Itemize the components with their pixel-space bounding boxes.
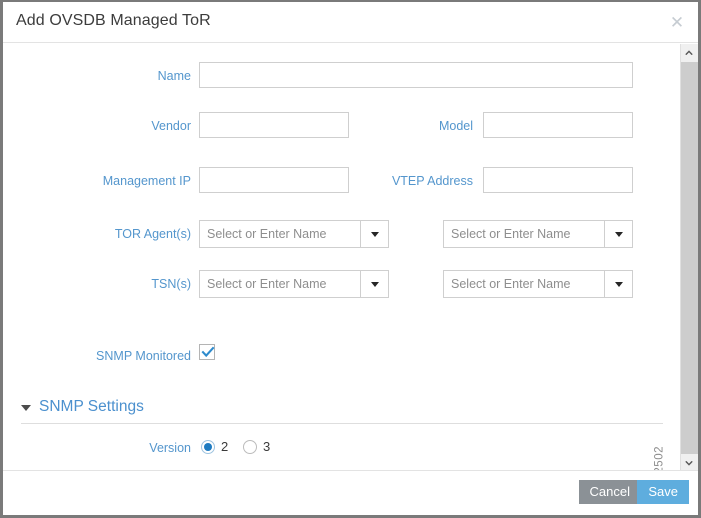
scrollbar-thumb[interactable]	[681, 62, 698, 454]
tor-agents-select-secondary-button[interactable]	[604, 221, 632, 247]
form-row-snmp-monitored: SNMP Monitored	[3, 342, 680, 370]
label-tsns: TSN(s)	[151, 277, 191, 291]
tsns-select[interactable]: Select or Enter Name	[199, 270, 389, 298]
dialog-title: Add OVSDB Managed ToR	[16, 12, 211, 29]
tsns-select-secondary-value: Select or Enter Name	[451, 277, 571, 291]
label-vtep-address: VTEP Address	[391, 174, 473, 188]
chevron-down-icon	[370, 232, 379, 237]
label-snmp-monitored: SNMP Monitored	[96, 349, 191, 363]
version-radio-2[interactable]	[201, 440, 215, 454]
label-tor-agents: TOR Agent(s)	[114, 227, 191, 241]
version-radio-3[interactable]	[243, 440, 257, 454]
form-row-tor-agents: TOR Agent(s) Select or Enter Name Select…	[3, 220, 680, 248]
model-input[interactable]	[483, 112, 633, 138]
save-button[interactable]: Save	[637, 480, 689, 504]
label-vendor: Vendor	[151, 119, 191, 133]
tor-agents-select-secondary-value: Select or Enter Name	[451, 227, 571, 241]
chevron-down-icon	[685, 461, 693, 466]
tsns-select-secondary[interactable]: Select or Enter Name	[443, 270, 633, 298]
vertical-scrollbar[interactable]	[680, 44, 698, 471]
name-input[interactable]	[199, 62, 633, 88]
form-row-mgmtip-vtep: Management IP VTEP Address	[3, 167, 680, 195]
scroll-up-button[interactable]	[681, 44, 698, 61]
dialog-footer: Cancel Save	[3, 470, 698, 515]
section-divider	[21, 423, 663, 424]
form-row-snmp-version: Version 2 3	[3, 434, 680, 462]
tor-agents-select[interactable]: Select or Enter Name	[199, 220, 389, 248]
scroll-down-button[interactable]	[681, 454, 698, 471]
form-row-name: Name	[3, 62, 680, 90]
snmp-settings-title: SNMP Settings	[39, 398, 144, 415]
form-row-vendor-model: Vendor Model	[3, 112, 680, 140]
tsns-select-button[interactable]	[360, 271, 388, 297]
version-radio-2-label: 2	[221, 439, 229, 454]
check-icon	[201, 346, 215, 358]
add-ovsdb-managed-tor-dialog: Add OVSDB Managed ToR ✕ Name Vendor Mode…	[0, 0, 701, 518]
tor-agents-select-value: Select or Enter Name	[207, 227, 327, 241]
chevron-down-icon	[370, 282, 379, 287]
label-management-ip: Management IP	[102, 174, 191, 188]
form-row-tsns: TSN(s) Select or Enter Name Select or En…	[3, 270, 680, 298]
tsns-select-secondary-button[interactable]	[604, 271, 632, 297]
tor-agents-select-button[interactable]	[360, 221, 388, 247]
cancel-button[interactable]: Cancel	[578, 480, 641, 504]
snmp-monitored-checkbox[interactable]	[199, 344, 215, 360]
chevron-down-icon	[614, 232, 623, 237]
caret-down-icon[interactable]	[21, 405, 31, 411]
label-name: Name	[157, 69, 191, 83]
chevron-down-icon	[614, 282, 623, 287]
version-radio-3-label: 3	[263, 439, 271, 454]
dialog-titlebar: Add OVSDB Managed ToR ✕	[3, 2, 698, 43]
vtep-address-input[interactable]	[483, 167, 633, 193]
label-model: Model	[438, 119, 473, 133]
label-version: Version	[149, 441, 191, 455]
chevron-up-icon	[685, 50, 693, 55]
close-icon[interactable]: ✕	[668, 14, 686, 32]
dialog-body: Name Vendor Model Management IP VTEP Add…	[3, 44, 680, 494]
tsns-select-value: Select or Enter Name	[207, 277, 327, 291]
tor-agents-select-secondary[interactable]: Select or Enter Name	[443, 220, 633, 248]
